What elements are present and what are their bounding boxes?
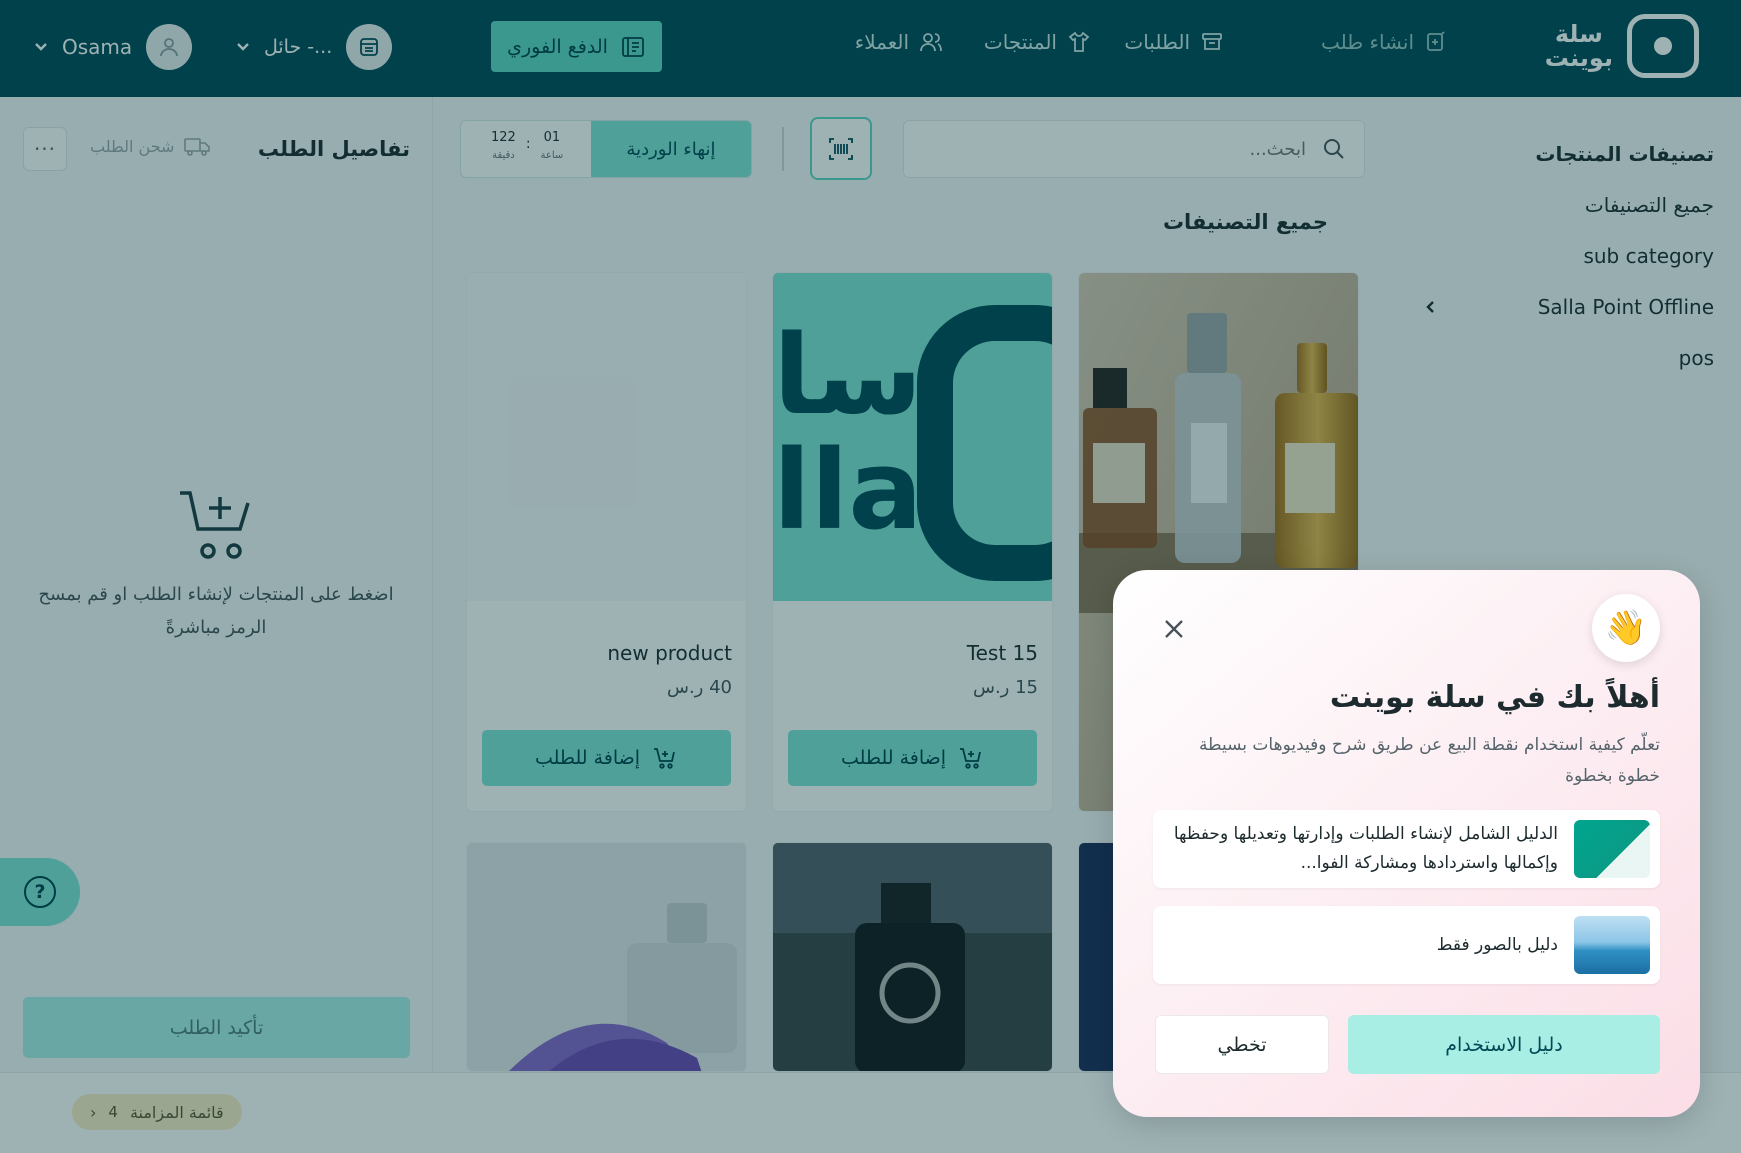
close-icon xyxy=(1165,620,1183,638)
guide-thumbnail-green xyxy=(1574,820,1650,878)
skip-button[interactable]: تخطي xyxy=(1155,1015,1329,1074)
close-button[interactable] xyxy=(1161,616,1187,642)
user-guide-label: دليل الاستخدام xyxy=(1445,1033,1563,1056)
modal-description: تعلّم كيفية استخدام نقطة البيع عن طريق ش… xyxy=(1198,735,1660,786)
waving-hand-icon: 👋 xyxy=(1592,594,1660,662)
guide-item-photos[interactable]: دليل بالصور فقط xyxy=(1153,906,1660,984)
guide-item-text: دليل بالصور فقط xyxy=(1436,934,1558,955)
guide-item-text: الدليل الشامل لإنشاء الطلبات وإدارتها وت… xyxy=(1173,824,1558,873)
user-guide-button[interactable]: دليل الاستخدام xyxy=(1348,1015,1660,1074)
guide-item-orders[interactable]: الدليل الشامل لإنشاء الطلبات وإدارتها وت… xyxy=(1153,810,1660,888)
welcome-modal: 👋 أهلاً بك في سلة بوينت تعلّم كيفية استخ… xyxy=(1113,570,1700,1117)
guide-thumbnail-sea xyxy=(1574,916,1650,974)
skip-label: تخطي xyxy=(1217,1033,1267,1056)
modal-title: أهلاً بك في سلة بوينت xyxy=(1329,680,1660,715)
